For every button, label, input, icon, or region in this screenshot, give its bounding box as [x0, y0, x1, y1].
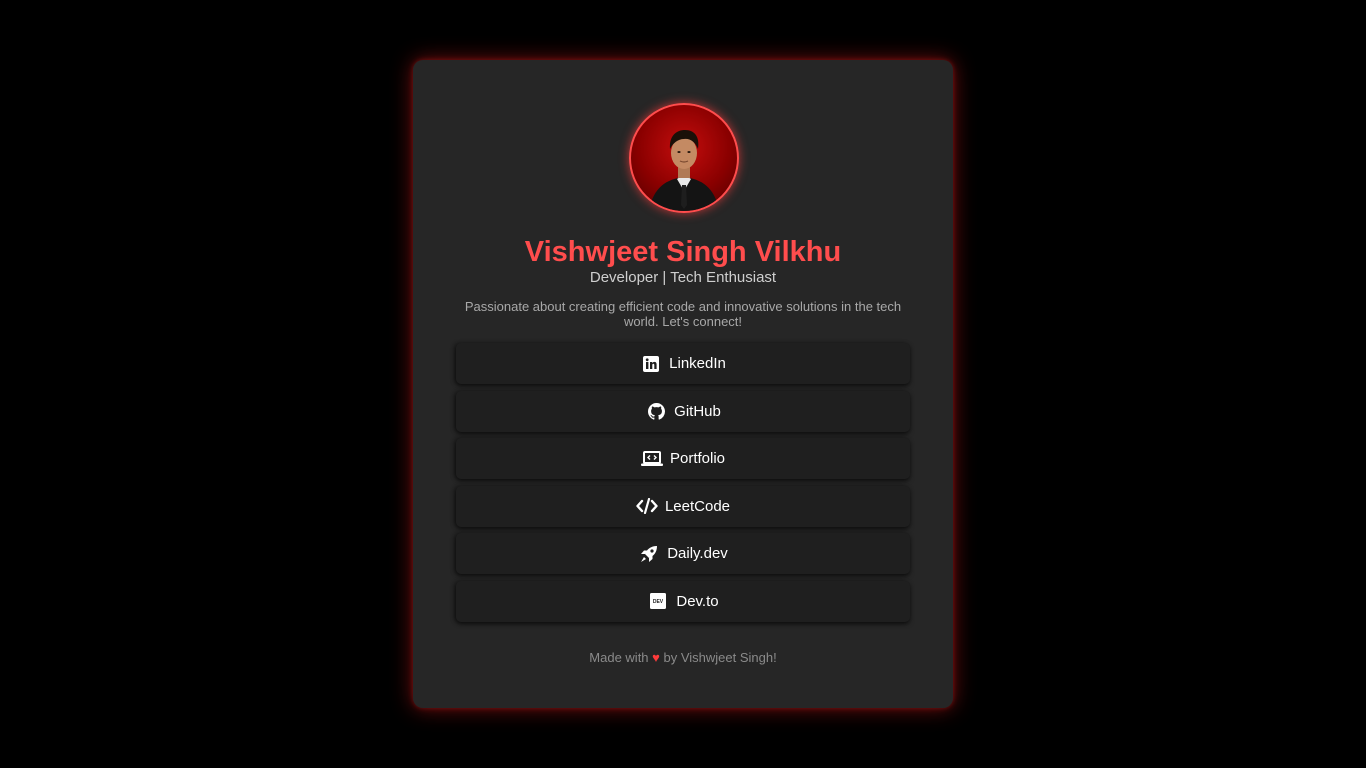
github-link[interactable]: GitHub	[456, 390, 910, 432]
portfolio-link[interactable]: Portfolio	[456, 438, 910, 479]
dailydev-label: Daily.dev	[667, 545, 728, 562]
footer-suffix: by Vishwjeet Singh!	[663, 650, 777, 665]
portfolio-label: Portfolio	[669, 450, 726, 467]
linkedin-link[interactable]: LinkedIn	[456, 343, 910, 384]
footer: Made with ♥ by Vishwjeet Singh!	[413, 650, 953, 665]
leetcode-link[interactable]: LeetCode	[456, 485, 910, 527]
linkedin-icon	[640, 355, 662, 373]
dev-icon: DEV	[647, 592, 669, 610]
laptop-code-icon	[640, 450, 663, 468]
profile-tagline: Developer | Tech Enthusiast	[589, 269, 777, 286]
links-list: LinkedIn GitHub Portfolio LeetCode Daily…	[456, 343, 910, 628]
leetcode-label: LeetCode	[664, 497, 731, 515]
code-icon	[636, 497, 658, 515]
svg-text:DEV: DEV	[653, 599, 664, 605]
github-icon	[645, 402, 667, 420]
devto-label: Dev.to	[676, 592, 719, 610]
github-label: GitHub	[674, 402, 721, 420]
profile-bio: Passionate about creating efficient code…	[464, 299, 902, 329]
profile-name: Vishwjeet Singh Vilkhu	[524, 236, 842, 268]
profile-card: Vishwjeet Singh Vilkhu Developer | Tech …	[413, 60, 953, 708]
avatar	[629, 103, 739, 213]
heart-icon: ♥	[652, 650, 660, 665]
footer-prefix: Made with	[589, 650, 649, 665]
rocket-icon	[638, 545, 660, 563]
dailydev-link[interactable]: Daily.dev	[456, 533, 910, 574]
devto-link[interactable]: DEV Dev.to	[456, 580, 910, 622]
linkedin-label: LinkedIn	[669, 355, 726, 372]
